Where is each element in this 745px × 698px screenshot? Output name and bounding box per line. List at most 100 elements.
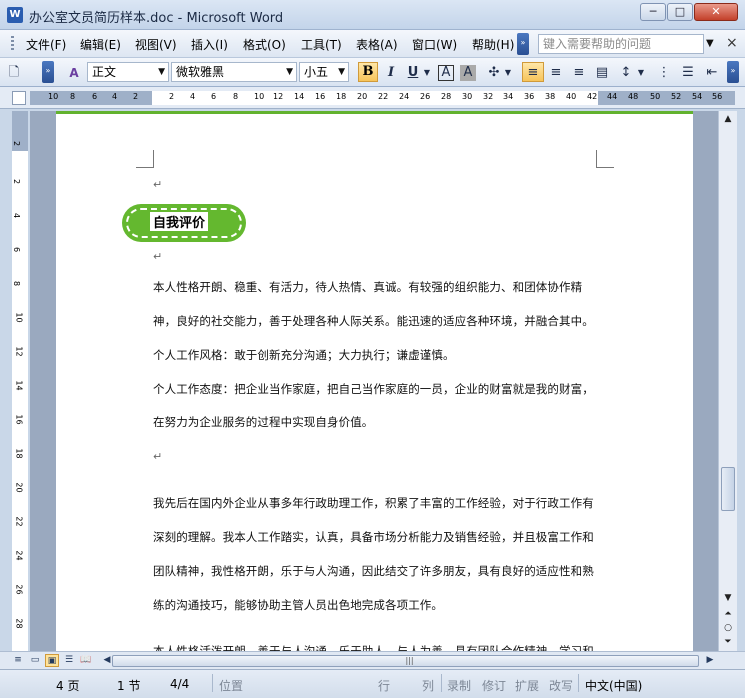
formatting-toolbar: 🗋 » A 正文 ▼ 微软雅黑 ▼ 小五 ▼ B I U ▼ A A ✣ ▼ ≡ ≡ … [0, 58, 745, 87]
vertical-ruler-text-area [12, 151, 28, 651]
ruler-number: 40 [566, 92, 577, 101]
vertical-ruler-number: 2 [12, 178, 22, 185]
ruler-number: 52 [671, 92, 682, 101]
horizontal-scroll-thumb[interactable]: ||| [112, 655, 699, 667]
ruler-number: 26 [420, 92, 431, 101]
ruler-number: 50 [650, 92, 661, 101]
character-border-button[interactable]: A [438, 65, 454, 81]
previous-page-icon[interactable]: ⏶ [721, 607, 735, 621]
menu-insert[interactable]: 插入(I) [191, 36, 228, 53]
reading-layout-view-icon[interactable]: 📖 [79, 654, 93, 667]
tab-selector[interactable] [12, 91, 26, 105]
scroll-right-arrow-icon[interactable]: ▶ [703, 654, 717, 667]
status-divider [212, 674, 213, 692]
outline-view-icon[interactable]: ☰ [62, 654, 76, 667]
window-title: 办公室文员简历样本.doc - Microsoft Word [29, 11, 284, 26]
line-spacing-dropdown-icon[interactable]: ▼ [636, 63, 646, 83]
menu-table[interactable]: 表格(A) [356, 36, 398, 53]
status-position: 位置 [219, 679, 244, 693]
next-page-icon[interactable]: ⏷ [721, 635, 735, 649]
title-bar: W 办公室文员简历样本.doc - Microsoft Word ─ □ ✕ [0, 0, 745, 30]
status-extend[interactable]: 扩展 [515, 677, 539, 694]
menu-format[interactable]: 格式(O) [243, 36, 286, 53]
justify-icon[interactable]: ▤ [592, 63, 612, 83]
margin-corner-top-right [596, 150, 614, 168]
standard-toolbar-chevron-icon[interactable]: » [42, 61, 54, 83]
character-scaling-icon[interactable]: ✣ [484, 63, 504, 83]
document-area[interactable]: ↵ 自我评价 ↵ 本人性格开朗、稳重、有活力，待人热情、真诚。有较强的组织能力、… [30, 111, 718, 651]
menu-overflow-chevron-icon[interactable]: » [517, 33, 529, 55]
ruler-number: 48 [628, 92, 639, 101]
vertical-ruler-number: 28 [14, 618, 24, 629]
ruler-number: 22 [378, 92, 389, 101]
vertical-scrollbar[interactable]: ▲ ▼ ⏶ ○ ⏷ [718, 111, 737, 651]
menu-help[interactable]: 帮助(H) [472, 36, 514, 53]
align-right-icon[interactable]: ≡ [569, 63, 589, 83]
scroll-up-arrow-icon[interactable]: ▲ [721, 112, 735, 126]
menu-window[interactable]: 窗口(W) [412, 36, 457, 53]
vertical-ruler-number: 6 [12, 246, 22, 253]
line-spacing-icon[interactable]: ↕ [616, 63, 636, 83]
character-shading-button[interactable]: A [460, 65, 476, 81]
close-button[interactable]: ✕ [694, 3, 738, 21]
vertical-scroll-thumb[interactable] [721, 467, 735, 511]
status-track-changes[interactable]: 修订 [482, 677, 506, 694]
word-app-icon[interactable]: W [7, 7, 23, 23]
formatting-toolbar-chevron-icon[interactable]: » [727, 61, 739, 83]
status-overtype[interactable]: 改写 [549, 677, 573, 694]
toolbar-grip[interactable] [11, 36, 14, 52]
align-left-button[interactable]: ≡ [522, 62, 544, 82]
doc-line: 我先后在国内外企业从事多年行政助理工作，积累了丰富的工作经验，对于行政工作有 [153, 496, 594, 510]
ruler-number: 38 [545, 92, 556, 101]
chevron-down-icon: ▼ [338, 67, 345, 77]
scaling-dropdown-icon[interactable]: ▼ [503, 63, 513, 83]
vertical-ruler-number: 12 [14, 346, 24, 357]
ruler-number: 2 [133, 92, 139, 101]
status-page: 4 页 [56, 679, 80, 693]
status-divider [578, 674, 579, 692]
status-record[interactable]: 录制 [447, 677, 471, 694]
styles-pane-icon[interactable]: A [64, 63, 84, 83]
bullets-icon[interactable]: ☰ [678, 63, 698, 83]
menu-view[interactable]: 视图(V) [135, 36, 177, 53]
font-combo[interactable]: 微软雅黑 ▼ [171, 62, 297, 82]
underline-dropdown-icon[interactable]: ▼ [422, 63, 432, 83]
menu-tools[interactable]: 工具(T) [301, 36, 342, 53]
ruler-number: 56 [712, 92, 723, 101]
horizontal-ruler[interactable]: 10 8 6 4 2 2 4 6 8 10 12 14 16 18 20 22 24 26 28 30 32 34 36 38… [0, 87, 745, 109]
italic-button[interactable]: I [381, 63, 401, 83]
font-size-combo[interactable]: 小五 ▼ [299, 62, 349, 82]
select-browse-object-icon[interactable]: ○ [721, 621, 735, 635]
align-center-icon[interactable]: ≡ [546, 63, 566, 83]
horizontal-scrollbar[interactable]: ≡ ▭ ▣ ☰ 📖 ◀ ||| ▶ [0, 651, 745, 669]
vertical-ruler-number: 18 [14, 448, 24, 459]
help-dropdown-icon[interactable]: ▼ [706, 38, 714, 49]
vertical-ruler[interactable]: 2 2 4 6 8 10 12 14 16 18 20 22 24 26 28 [12, 111, 28, 651]
paragraph-mark: ↵ [153, 450, 163, 463]
menu-file[interactable]: 文件(F) [26, 36, 66, 53]
new-document-icon[interactable]: 🗋 [4, 63, 24, 83]
vertical-ruler-number: 2 [12, 140, 22, 147]
style-combo[interactable]: 正文 ▼ [87, 62, 169, 82]
bold-button[interactable]: B [358, 62, 378, 82]
numbering-icon[interactable]: ⋮ [654, 63, 674, 83]
font-size-value: 小五 [304, 65, 329, 79]
vertical-ruler-number: 10 [14, 312, 24, 323]
close-document-icon[interactable]: × [726, 35, 738, 51]
status-language[interactable]: 中文(中国) [585, 677, 642, 694]
decrease-indent-icon[interactable]: ⇤ [702, 63, 722, 83]
document-page[interactable]: ↵ 自我评价 ↵ 本人性格开朗、稳重、有活力，待人热情、真诚。有较强的组织能力、… [56, 111, 693, 651]
ruler-number: 44 [607, 92, 618, 101]
underline-button[interactable]: U [403, 63, 423, 83]
paragraph-mark: ↵ [153, 250, 163, 263]
normal-view-icon[interactable]: ≡ [11, 654, 25, 667]
scroll-down-arrow-icon[interactable]: ▼ [721, 591, 735, 605]
web-layout-view-icon[interactable]: ▭ [28, 654, 42, 667]
help-search-input[interactable]: 键入需要帮助的问题 [538, 34, 704, 54]
minimize-button[interactable]: ─ [640, 3, 666, 21]
ruler-number: 28 [441, 92, 452, 101]
menu-edit[interactable]: 编辑(E) [80, 36, 121, 53]
maximize-button[interactable]: □ [667, 3, 693, 21]
print-layout-view-icon[interactable]: ▣ [45, 654, 59, 667]
status-column: 列 [422, 679, 435, 693]
